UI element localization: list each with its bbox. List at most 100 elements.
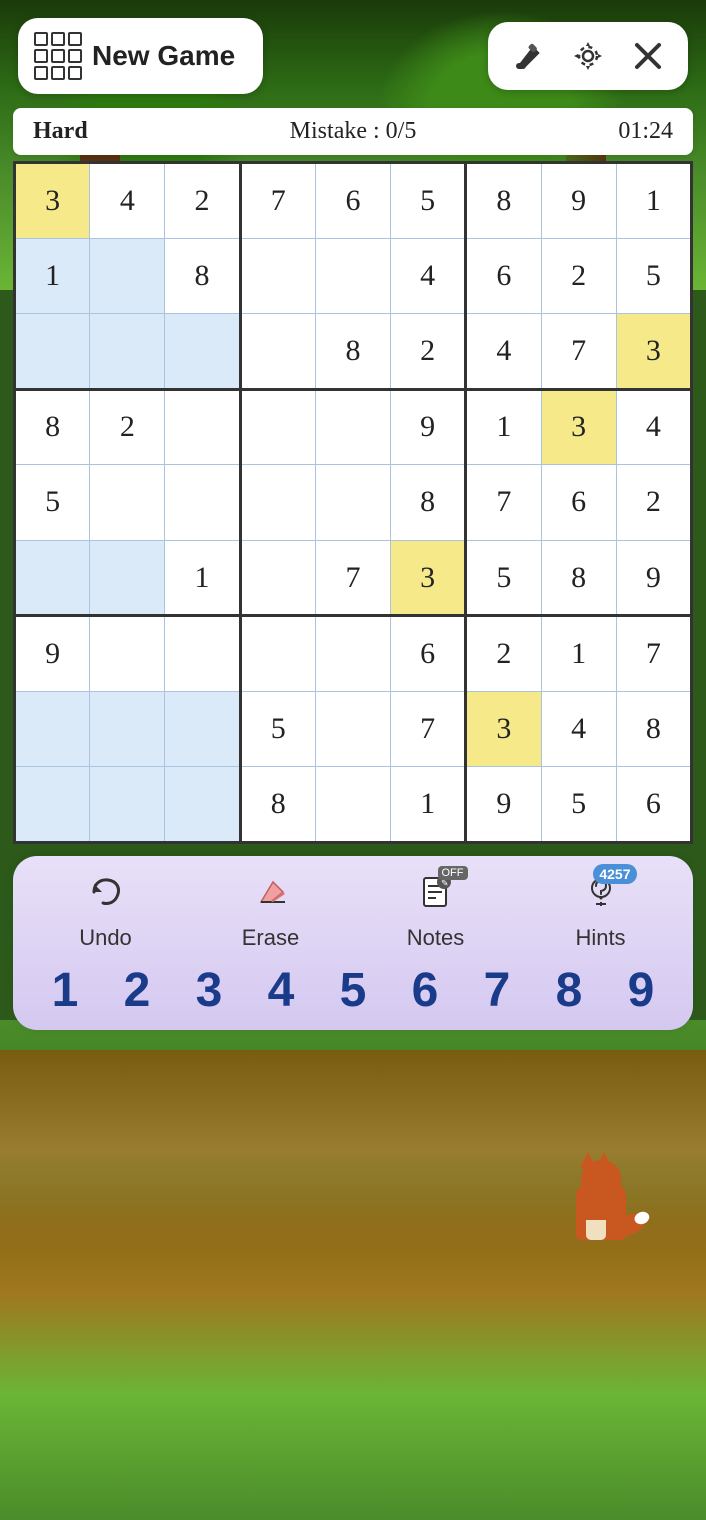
table-row[interactable] — [165, 389, 240, 465]
table-row[interactable] — [240, 616, 315, 692]
table-row[interactable] — [315, 238, 390, 314]
table-row[interactable] — [90, 616, 165, 692]
close-button[interactable] — [628, 36, 668, 76]
table-row[interactable]: 7 — [240, 163, 315, 239]
table-row[interactable]: 6 — [541, 465, 616, 541]
table-row[interactable]: 8 — [616, 691, 691, 767]
table-row[interactable] — [90, 238, 165, 314]
table-row[interactable]: 5 — [466, 540, 541, 616]
table-row[interactable]: 7 — [466, 465, 541, 541]
table-row[interactable]: 7 — [616, 616, 691, 692]
table-row[interactable]: 3 — [466, 691, 541, 767]
num-button-6[interactable]: 6 — [395, 963, 455, 1018]
table-row[interactable]: 2 — [391, 314, 466, 390]
num-button-5[interactable]: 5 — [323, 963, 383, 1018]
table-row[interactable]: 6 — [616, 767, 691, 843]
erase-button[interactable]: Erase — [211, 874, 331, 951]
table-row[interactable]: 4 — [391, 238, 466, 314]
table-row[interactable]: 2 — [165, 163, 240, 239]
table-row[interactable] — [315, 389, 390, 465]
num-button-3[interactable]: 3 — [179, 963, 239, 1018]
table-row[interactable] — [15, 767, 90, 843]
table-row[interactable] — [90, 691, 165, 767]
table-row[interactable] — [165, 616, 240, 692]
settings-button[interactable] — [568, 36, 608, 76]
table-row[interactable]: 1 — [165, 540, 240, 616]
table-row[interactable]: 2 — [541, 238, 616, 314]
hints-count-badge: 4257 — [593, 864, 636, 884]
table-row[interactable]: 4 — [541, 691, 616, 767]
num-button-4[interactable]: 4 — [251, 963, 311, 1018]
num-button-8[interactable]: 8 — [539, 963, 599, 1018]
table-row[interactable]: 3 — [391, 540, 466, 616]
table-row[interactable]: 4 — [466, 314, 541, 390]
table-row[interactable]: 8 — [240, 767, 315, 843]
table-row[interactable] — [240, 540, 315, 616]
num-button-9[interactable]: 9 — [611, 963, 671, 1018]
num-button-2[interactable]: 2 — [107, 963, 167, 1018]
new-game-button[interactable]: New Game — [18, 18, 263, 94]
table-row[interactable]: 9 — [466, 767, 541, 843]
table-row[interactable]: 8 — [466, 163, 541, 239]
table-row[interactable]: 9 — [616, 540, 691, 616]
table-row[interactable]: 1 — [391, 767, 466, 843]
table-row[interactable]: 3 — [541, 389, 616, 465]
table-row[interactable]: 2 — [90, 389, 165, 465]
table-row[interactable] — [240, 314, 315, 390]
table-row[interactable]: 6 — [391, 616, 466, 692]
table-row[interactable] — [165, 691, 240, 767]
table-row[interactable]: 6 — [466, 238, 541, 314]
grid-icon — [34, 32, 82, 80]
table-row[interactable]: 1 — [15, 238, 90, 314]
table-row[interactable]: 9 — [15, 616, 90, 692]
table-row[interactable] — [165, 465, 240, 541]
table-row[interactable]: 1 — [616, 163, 691, 239]
table-row[interactable] — [15, 540, 90, 616]
num-button-1[interactable]: 1 — [35, 963, 95, 1018]
table-row[interactable] — [315, 465, 390, 541]
table-row[interactable]: 7 — [315, 540, 390, 616]
table-row[interactable] — [90, 767, 165, 843]
table-row[interactable]: 1 — [541, 616, 616, 692]
table-row[interactable]: 4 — [616, 389, 691, 465]
table-row[interactable]: 4 — [90, 163, 165, 239]
table-row[interactable]: 3 — [15, 163, 90, 239]
table-row[interactable]: 8 — [315, 314, 390, 390]
table-row[interactable] — [90, 314, 165, 390]
table-row[interactable]: 5 — [240, 691, 315, 767]
table-row[interactable]: 5 — [15, 465, 90, 541]
table-row[interactable] — [90, 540, 165, 616]
notes-button[interactable]: ✎ OFF Notes — [376, 874, 496, 951]
table-row[interactable]: 8 — [15, 389, 90, 465]
table-row[interactable]: 8 — [541, 540, 616, 616]
table-row[interactable]: 1 — [466, 389, 541, 465]
table-row[interactable]: 5 — [391, 163, 466, 239]
table-row[interactable] — [240, 389, 315, 465]
table-row[interactable] — [165, 314, 240, 390]
table-row[interactable]: 9 — [541, 163, 616, 239]
table-row[interactable] — [15, 314, 90, 390]
table-row[interactable]: 8 — [391, 465, 466, 541]
table-row[interactable]: 9 — [391, 389, 466, 465]
table-row[interactable]: 7 — [391, 691, 466, 767]
table-row[interactable] — [315, 616, 390, 692]
undo-button[interactable]: Undo — [46, 874, 166, 951]
table-row[interactable]: 2 — [616, 465, 691, 541]
table-row[interactable]: 8 — [165, 238, 240, 314]
table-row[interactable] — [240, 238, 315, 314]
table-row[interactable]: 5 — [541, 767, 616, 843]
table-row[interactable] — [165, 767, 240, 843]
table-row[interactable] — [90, 465, 165, 541]
paint-button[interactable] — [508, 36, 548, 76]
table-row[interactable]: 6 — [315, 163, 390, 239]
table-row[interactable] — [15, 691, 90, 767]
table-row[interactable]: 2 — [466, 616, 541, 692]
table-row[interactable]: 7 — [541, 314, 616, 390]
table-row[interactable] — [315, 691, 390, 767]
table-row[interactable] — [315, 767, 390, 843]
table-row[interactable] — [240, 465, 315, 541]
hints-button[interactable]: 4257 Hints — [541, 874, 661, 951]
num-button-7[interactable]: 7 — [467, 963, 527, 1018]
table-row[interactable]: 3 — [616, 314, 691, 390]
table-row[interactable]: 5 — [616, 238, 691, 314]
